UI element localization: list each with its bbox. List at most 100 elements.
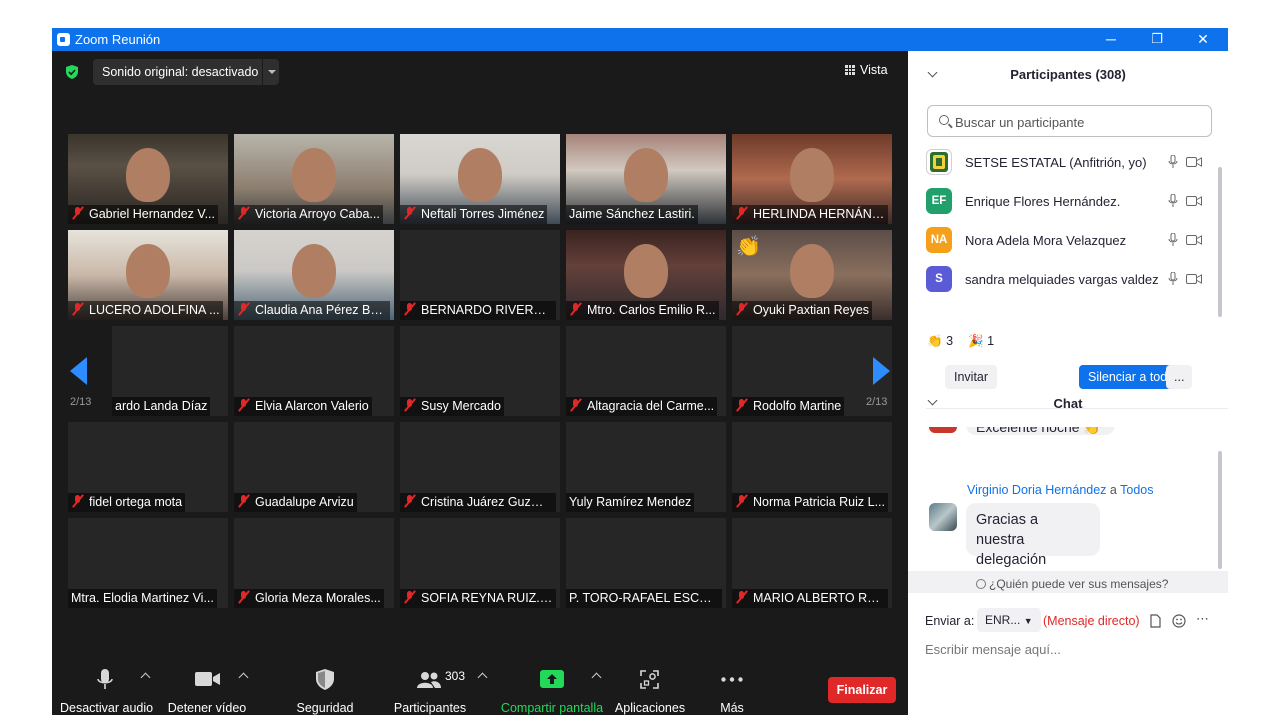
tile-name-label: BERNARDO RIVERA C... (400, 301, 556, 320)
side-panel: Participantes (308) SETSE ESTATAL (Anfit… (908, 51, 1228, 692)
original-sound-dropdown-icon[interactable] (262, 59, 279, 85)
video-tile[interactable]: Mtra. Elodia Martinez Vi... (68, 518, 228, 608)
audio-options-caret-icon[interactable] (140, 672, 151, 683)
clap-reaction-icon: 👏 (736, 236, 761, 258)
video-tile[interactable]: Cristina Juárez Guzmán (400, 422, 560, 512)
emoji-icon[interactable] (1172, 614, 1186, 628)
tile-name-label: ardo Landa Díaz (112, 397, 211, 416)
video-tile[interactable]: Gabriel Hernandez V... (68, 134, 228, 224)
tile-name: HERLINDA HERNÁND... (753, 207, 888, 221)
tile-name: BERNARDO RIVERA C... (421, 303, 556, 317)
video-tile[interactable]: Norma Patricia Ruiz L... (732, 422, 892, 512)
tile-name: Jaime Sánchez Lastiri. (569, 207, 695, 221)
participant-camera-icon[interactable] (1186, 274, 1202, 284)
encryption-shield-icon[interactable] (66, 65, 78, 79)
video-options-caret-icon[interactable] (238, 672, 249, 683)
close-button[interactable]: ✕ (1180, 28, 1226, 51)
invite-button[interactable]: Invitar (945, 365, 998, 389)
microphone-icon (97, 669, 113, 689)
chat-scrollbar[interactable] (1218, 451, 1222, 569)
celebrate-count: 1 (987, 334, 995, 348)
video-tile[interactable]: Neftali Torres Jiménez (400, 134, 560, 224)
muted-mic-icon (237, 591, 250, 603)
muted-mic-icon (403, 303, 416, 315)
video-tile[interactable]: fidel ortega mota (68, 422, 228, 512)
tile-name-label: MARIO ALBERTO REY... (732, 589, 888, 608)
video-tile[interactable]: Mtro. Carlos Emilio R... (566, 230, 726, 320)
video-tile[interactable]: HERLINDA HERNÁND... (732, 134, 892, 224)
muted-mic-icon (403, 207, 416, 219)
window-title: Zoom Reunión (75, 32, 161, 47)
message-header: Virginio Doria Hernández a Todos (967, 483, 1153, 497)
chat-more-icon[interactable]: ⋯ (1196, 611, 1209, 627)
video-tile[interactable]: SOFIA REYNA RUIZ.TE... (400, 518, 560, 608)
participant-camera-icon[interactable] (1186, 235, 1202, 245)
participant-search-field[interactable] (927, 105, 1212, 137)
participant-mic-icon[interactable] (1168, 233, 1178, 247)
participant-mic-icon[interactable] (1168, 272, 1178, 286)
video-tile[interactable]: Altagracia del Carme... (566, 326, 726, 416)
video-tile[interactable]: Elvia Alarcon Valerio (234, 326, 394, 416)
minimize-button[interactable]: ─ (1088, 28, 1134, 51)
video-tile[interactable]: Yuly Ramírez Mendez (566, 422, 726, 512)
tile-name: Altagracia del Carme... (587, 399, 715, 413)
view-button[interactable]: Vista (845, 63, 888, 77)
video-tile[interactable]: Claudia Ana Pérez Bu... (234, 230, 394, 320)
video-tile[interactable]: Gloria Meza Morales... (234, 518, 394, 608)
participant-mic-icon[interactable] (1168, 155, 1178, 169)
video-tile[interactable]: 👏 Oyuki Paxtian Reyes (732, 230, 892, 320)
video-tile[interactable]: BERNARDO RIVERA C... (400, 230, 560, 320)
participant-mic-icon[interactable] (1168, 194, 1178, 208)
share-options-caret-icon[interactable] (591, 672, 602, 683)
participant-search-input[interactable] (955, 112, 1205, 132)
muted-mic-icon (403, 495, 416, 507)
participant-avatar (926, 149, 952, 175)
tile-name-label: Guadalupe Arvizu (234, 493, 357, 512)
original-sound-button[interactable]: Sonido original: desactivado (93, 59, 279, 85)
video-tile[interactable]: LUCERO ADOLFINA ... (68, 230, 228, 320)
tile-name: Oyuki Paxtian Reyes (753, 303, 870, 317)
dropdown-chevron-icon: ▼ (1023, 616, 1033, 626)
send-to-dropdown[interactable]: ENR... ▼ (977, 608, 1041, 632)
tile-name: P. TORO-RAFAEL ESCOB... (569, 591, 722, 605)
video-tile[interactable]: P. TORO-RAFAEL ESCOB... (566, 518, 726, 608)
who-can-see-link[interactable]: ¿Quién puede ver sus mensajes? (976, 577, 1168, 591)
participant-row[interactable]: Ssandra melquiades vargas valdez (926, 266, 1211, 292)
participant-list-scrollbar[interactable] (1218, 167, 1222, 317)
participant-avatar: EF (926, 188, 952, 214)
message-sender[interactable]: Virginio Doria Hernández (967, 483, 1106, 497)
more-options-button[interactable]: ... (1166, 365, 1193, 389)
video-tile[interactable]: Victoria Arroyo Caba... (234, 134, 394, 224)
participant-video (458, 148, 502, 202)
video-tile[interactable]: Guadalupe Arvizu (234, 422, 394, 512)
file-attach-icon[interactable] (1150, 614, 1161, 628)
muted-mic-icon (735, 591, 748, 603)
celebrate-icon: 🎉 (968, 334, 984, 348)
video-tile[interactable]: MARIO ALBERTO REY... (732, 518, 892, 608)
participant-video (790, 148, 834, 202)
clap-icon: 👏 (927, 334, 943, 348)
end-meeting-button[interactable]: Finalizar (828, 677, 896, 703)
share-screen-icon (540, 670, 564, 688)
page-indicator-left: 2/13 (70, 396, 92, 408)
chat-input[interactable]: Escribir mensaje aquí... (925, 642, 1061, 657)
tile-name-label: HERLINDA HERNÁND... (732, 205, 888, 224)
participant-avatar: NA (926, 227, 952, 253)
participant-camera-icon[interactable] (1186, 196, 1202, 206)
chat-history-clip: Excelente noche 👏 (908, 427, 1228, 457)
message-recipient[interactable]: Todos (1120, 483, 1153, 497)
participant-camera-icon[interactable] (1186, 157, 1202, 167)
previous-message-bubble: Excelente noche 👏 (966, 427, 1115, 435)
participant-row[interactable]: EF Enrique Flores Hernández. (926, 188, 1211, 214)
previous-page-arrow-icon[interactable] (70, 357, 87, 385)
restore-button[interactable]: ❐ (1134, 28, 1180, 51)
video-tile[interactable]: ardo Landa Díaz (112, 326, 228, 416)
participant-row[interactable]: NA Nora Adela Mora Velazquez (926, 227, 1211, 253)
participants-options-caret-icon[interactable] (477, 672, 488, 683)
video-tile[interactable]: Susy Mercado (400, 326, 560, 416)
participant-name: Enrique Flores Hernández. (965, 194, 1121, 209)
tile-name: MARIO ALBERTO REY... (753, 591, 888, 605)
video-tile[interactable]: Jaime Sánchez Lastiri. (566, 134, 726, 224)
participant-row[interactable]: SETSE ESTATAL (Anfitrión, yo) (926, 149, 1211, 175)
next-page-arrow-icon[interactable] (873, 357, 890, 385)
